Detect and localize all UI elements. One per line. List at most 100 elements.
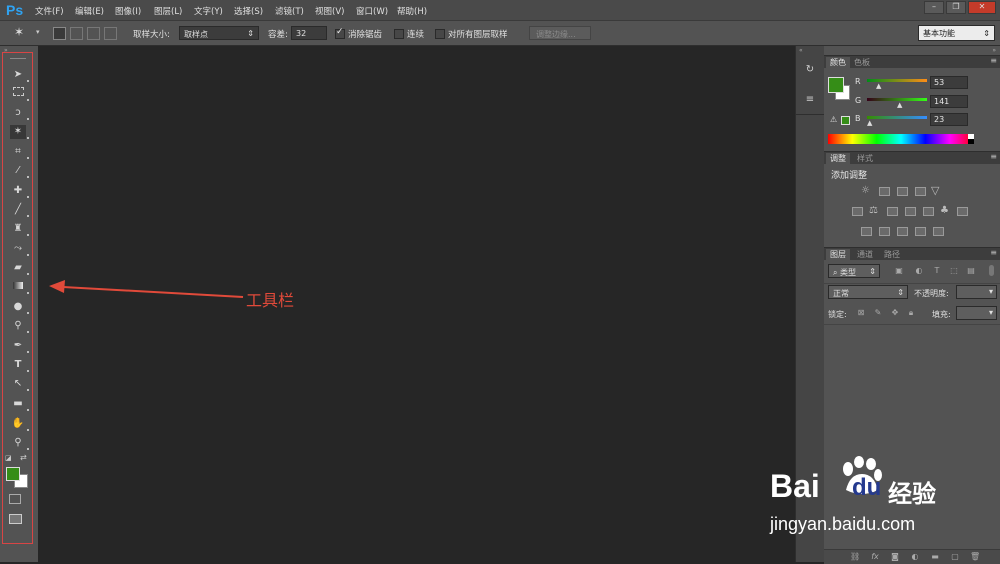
slider-thumb-icon[interactable]: ▲ [876,82,881,90]
color-balance-icon[interactable]: ⚖ [869,205,878,216]
new-selection-icon[interactable] [53,27,66,40]
clone-stamp-tool-icon[interactable]: ♜ [10,222,29,236]
rectangle-tool-icon[interactable]: ▬ [10,397,29,411]
healing-brush-tool-icon[interactable]: ✚ [10,184,29,198]
menu-type[interactable]: 文字(Y) [194,5,223,17]
levels-icon[interactable] [879,187,890,196]
menu-layer[interactable]: 图层(L) [154,5,182,17]
blue-slider[interactable] [867,116,927,119]
gamut-color-swatch[interactable] [841,116,850,125]
menu-select[interactable]: 选择(S) [234,5,263,17]
sample-all-layers-checkbox[interactable] [435,29,445,39]
minimize-button[interactable]: – [924,1,944,14]
gamut-warning-icon[interactable]: ⚠ [830,115,837,124]
vibrance-icon[interactable]: ▽ [931,184,939,197]
canvas-area[interactable] [38,46,794,562]
gradient-map-grid-icon[interactable] [957,207,968,216]
fill-input[interactable]: ▾ [956,306,997,320]
add-mask-icon[interactable]: ◙ [890,552,900,562]
delete-layer-icon[interactable]: 🗑︎ [970,552,980,562]
adjustment-filter-icon[interactable]: ◐ [914,266,924,276]
adjustment-layer-icon[interactable]: ◐ [910,552,920,562]
black-white-ramp[interactable] [968,134,974,144]
lock-position-icon[interactable]: ✥ [890,308,900,318]
foreground-color-swatch[interactable] [6,467,20,481]
blur-tool-icon[interactable]: ● [10,300,29,314]
filter-toggle-switch[interactable] [989,265,994,276]
history-brush-tool-icon[interactable]: ⤳ [10,242,29,256]
preset-dropdown-icon[interactable]: ▾ [36,28,40,36]
marquee-tool-icon[interactable] [10,87,29,101]
posterize-icon[interactable] [879,227,890,236]
properties-panel-icon[interactable]: ≡ [802,94,818,108]
foreground-color-swatch[interactable] [828,77,844,93]
history-panel-icon[interactable]: ↻ [802,64,818,78]
pen-tool-icon[interactable]: ✒ [10,339,29,353]
lock-image-icon[interactable]: ✎ [873,308,883,318]
threshold-icon[interactable] [897,227,908,236]
panel-menu-icon[interactable]: ≡ [990,152,997,161]
contiguous-checkbox[interactable] [394,29,404,39]
hand-tool-icon[interactable]: ✋ [10,417,29,431]
selective-color-icon[interactable] [933,227,944,236]
tab-adjustments[interactable]: 调整 [826,153,850,164]
layer-style-icon[interactable]: fx [870,552,880,562]
color-lookup-icon[interactable]: ♣ [940,205,949,216]
dodge-tool-icon[interactable]: ⚲ [10,319,29,333]
sample-size-select[interactable]: 取样点 ⇕ [179,26,259,40]
eyedropper-tool-icon[interactable]: ⁄ [10,164,29,178]
type-filter-icon[interactable]: T [932,266,942,276]
antialias-checkbox[interactable] [335,27,345,39]
lock-all-icon[interactable]: 🔒︎ [906,308,916,318]
screen-mode-icon[interactable] [9,514,22,524]
shape-filter-icon[interactable]: ⬚ [949,266,959,276]
tolerance-input[interactable]: 32 [291,26,327,40]
add-selection-icon[interactable] [70,27,83,40]
tab-swatches[interactable]: 色板 [850,57,874,68]
red-value-input[interactable]: 53 [930,76,968,89]
pixel-filter-icon[interactable]: ▣ [894,266,904,276]
link-layers-icon[interactable]: ⛓ [850,552,860,562]
collapse-icon[interactable]: » [992,47,996,54]
photo-filter-icon[interactable] [905,207,916,216]
collapse-icon[interactable]: « [799,47,803,54]
curves-icon[interactable] [897,187,908,196]
invert-icon[interactable] [861,227,872,236]
swap-colors-icon[interactable]: ⇄ [20,453,27,462]
blend-mode-select[interactable]: 正常 ⇕ [828,285,908,299]
slider-thumb-icon[interactable]: ▲ [897,101,902,109]
new-layer-icon[interactable]: ▢ [950,552,960,562]
menu-edit[interactable]: 编辑(E) [75,5,104,17]
hue-saturation-icon[interactable] [852,207,863,216]
blue-value-input[interactable]: 23 [930,113,968,126]
type-tool-icon[interactable]: T [10,358,29,372]
layer-filter-select[interactable]: ⌕ 类型 ⇕ [828,264,880,278]
menu-view[interactable]: 视图(V) [315,5,344,17]
tab-layers[interactable]: 图层 [826,249,850,260]
opacity-input[interactable]: ▾ [956,285,997,299]
lasso-tool-icon[interactable]: ↄ [10,106,29,120]
subtract-selection-icon[interactable] [87,27,100,40]
exposure-icon[interactable] [915,187,926,196]
new-group-icon[interactable]: ▬ [930,552,940,562]
refine-edge-button[interactable]: 调整边缘... [529,26,591,40]
panel-menu-icon[interactable]: ≡ [990,56,997,65]
smart-object-filter-icon[interactable]: ▤ [966,266,976,276]
magic-wand-preset-icon[interactable]: ✶ [14,25,24,39]
gradient-tool-icon[interactable] [10,280,29,294]
eraser-tool-icon[interactable]: ▰ [10,261,29,275]
workspace-select[interactable]: 基本功能 ⇕ [918,25,995,41]
brightness-contrast-icon[interactable]: ☼ [861,185,870,196]
slider-thumb-icon[interactable]: ▲ [867,119,872,127]
path-selection-tool-icon[interactable]: ↖ [10,377,29,391]
magic-wand-tool-icon[interactable]: ✶ [10,125,29,139]
intersect-selection-icon[interactable] [104,27,117,40]
tab-styles[interactable]: 样式 [853,153,877,164]
panel-menu-icon[interactable]: ≡ [990,248,997,257]
menu-help[interactable]: 帮助(H) [397,5,427,17]
menu-image[interactable]: 图像(I) [115,5,141,17]
menu-file[interactable]: 文件(F) [35,5,64,17]
gradient-map-icon[interactable] [915,227,926,236]
lock-transparent-icon[interactable]: ⊠ [856,308,866,318]
color-spectrum-bar[interactable] [828,134,974,144]
